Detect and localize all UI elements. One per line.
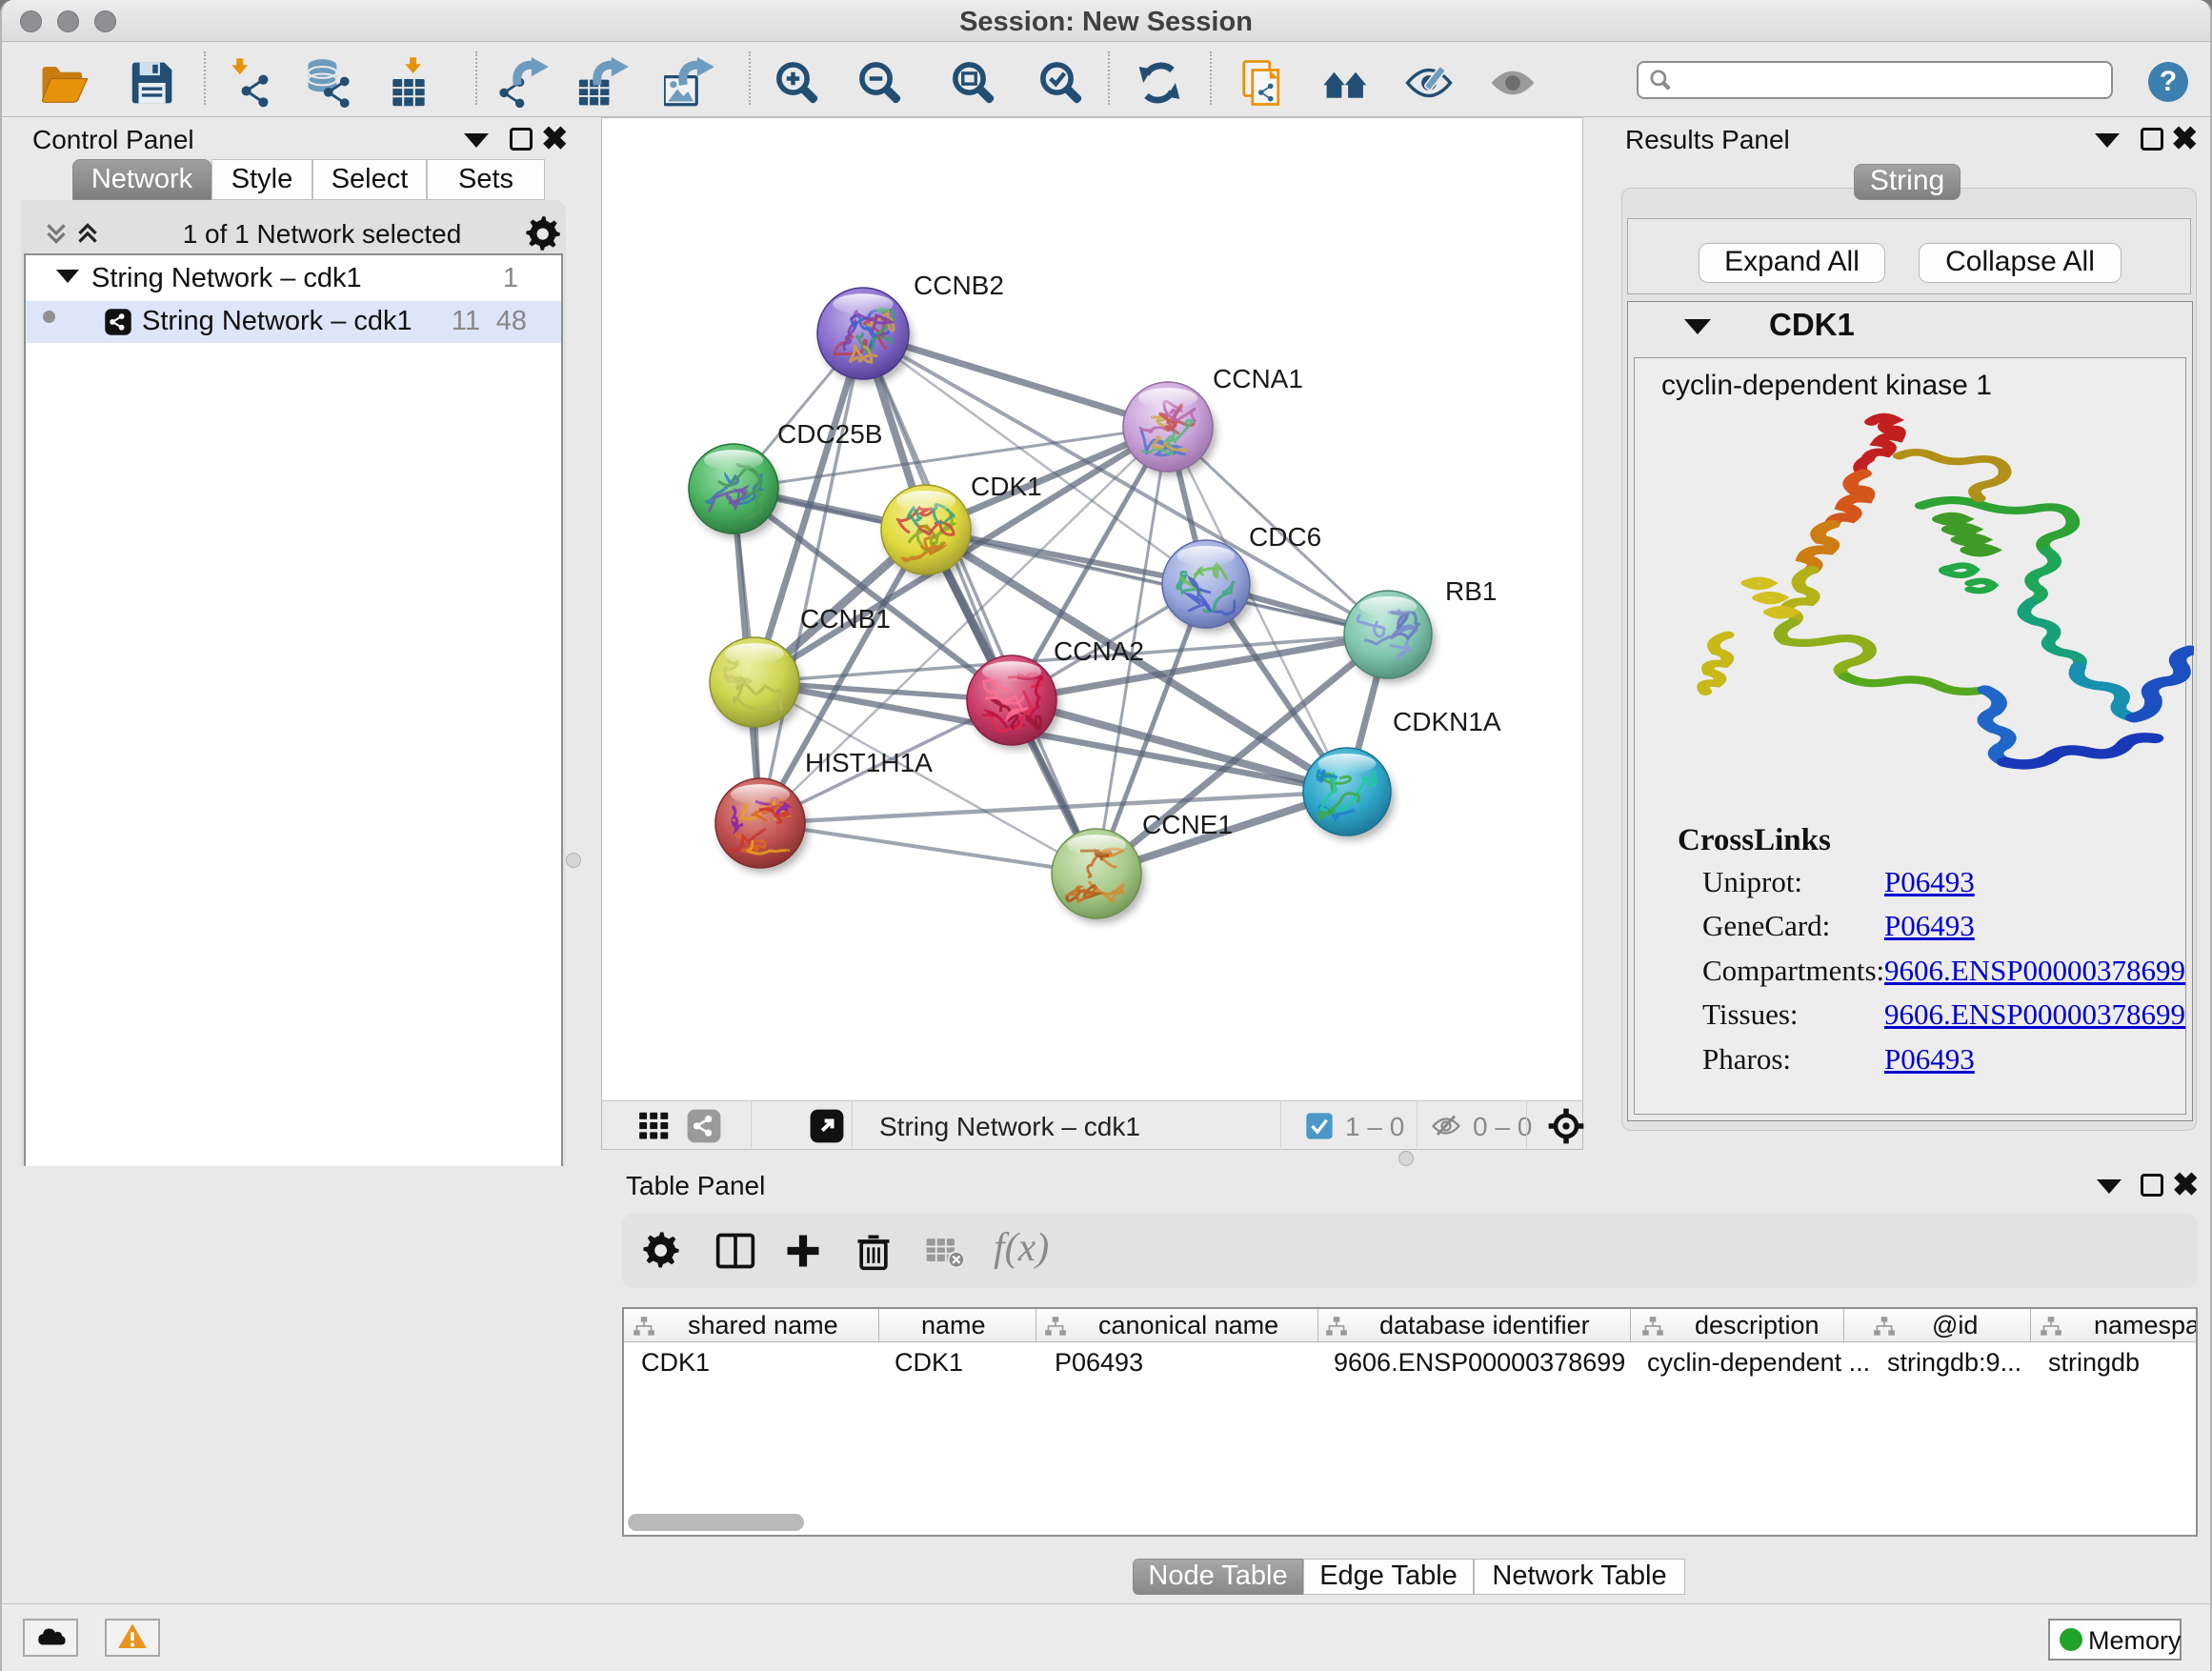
- svg-text:CDK1: CDK1: [971, 472, 1042, 501]
- svg-text:CCNB1: CCNB1: [800, 604, 891, 634]
- svg-text:CCNB2: CCNB2: [914, 271, 1004, 300]
- svg-text:CCNE1: CCNE1: [1142, 810, 1233, 839]
- svg-text:CCNA1: CCNA1: [1213, 364, 1303, 393]
- svg-text:CDC6: CDC6: [1249, 522, 1321, 552]
- svg-text:RB1: RB1: [1445, 576, 1497, 606]
- svg-text:HIST1H1A: HIST1H1A: [805, 748, 933, 777]
- svg-text:CCNA2: CCNA2: [1054, 636, 1144, 666]
- svg-text:CDKN1A: CDKN1A: [1393, 707, 1501, 736]
- svg-text:?: ?: [2160, 66, 2177, 97]
- svg-text:CDC25B: CDC25B: [777, 419, 882, 449]
